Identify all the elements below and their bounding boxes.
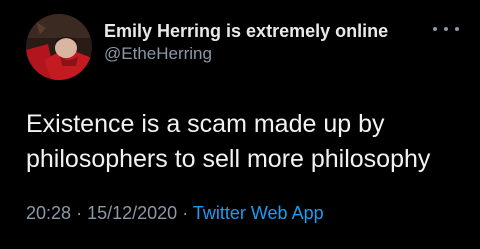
tweet-card: Emily Herring is extremely online @EtheH…	[0, 0, 480, 249]
more-horizontal-icon	[455, 27, 459, 31]
avatar-image	[26, 14, 92, 80]
tweet-date[interactable]: 15/12/2020	[87, 203, 177, 223]
tweet-text-line: Existence is a scam made up by	[26, 110, 385, 138]
tweet-time[interactable]: 20:28	[26, 203, 71, 223]
tweet-author: Emily Herring is extremely online @EtheH…	[104, 20, 388, 65]
avatar[interactable]	[26, 14, 92, 80]
more-options-button[interactable]	[433, 22, 459, 36]
more-horizontal-icon	[433, 27, 437, 31]
tweet-text-line: philosophers to sell more philosophy	[26, 145, 431, 173]
author-handle[interactable]: @EtheHerring	[104, 43, 388, 65]
meta-separator: ·	[182, 203, 189, 223]
tweet-meta: 20:28 · 15/12/2020 · Twitter Web App	[26, 201, 324, 225]
more-horizontal-icon	[444, 27, 448, 31]
tweet-text: Existence is a scam made up by philosoph…	[26, 107, 471, 177]
tweet-source-link[interactable]: Twitter Web App	[193, 203, 324, 223]
meta-separator: ·	[76, 203, 83, 223]
author-display-name[interactable]: Emily Herring is extremely online	[104, 20, 388, 42]
